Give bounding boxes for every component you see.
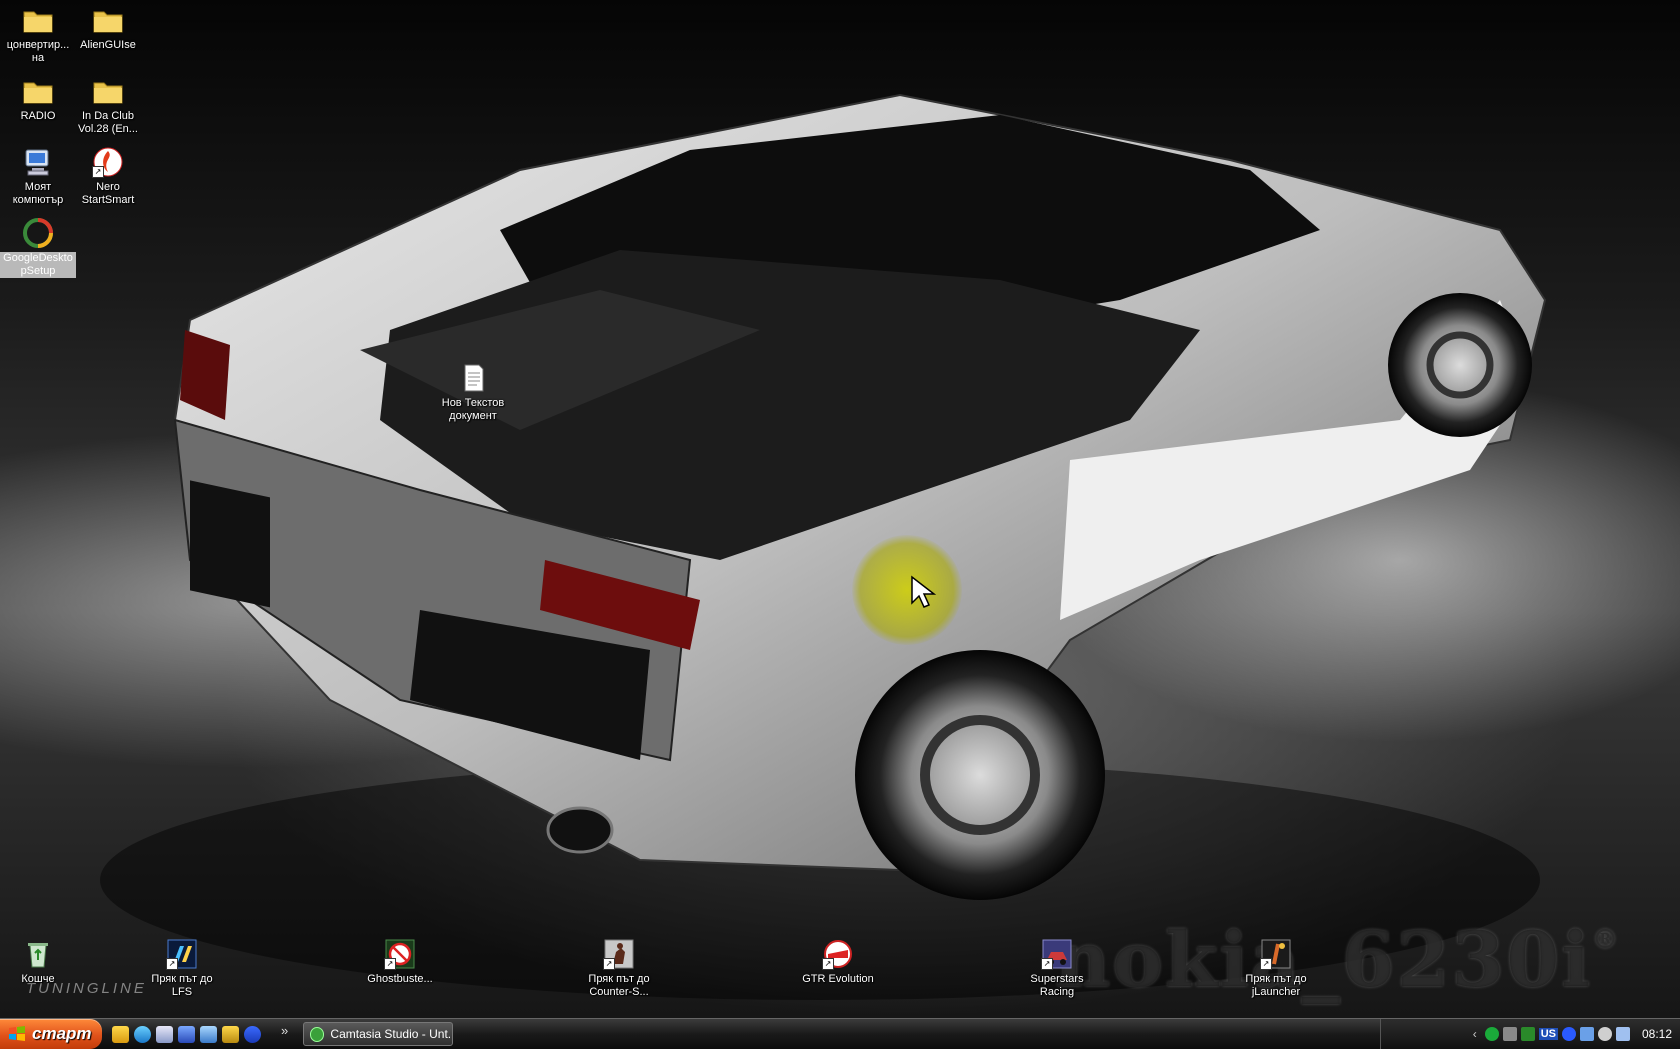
desktop-icon-counter-strike-shortcut[interactable]: ↗ Пряк път до Counter-S... bbox=[581, 938, 657, 999]
desktop-icon-converter-folder[interactable]: цонвертир... на bbox=[0, 4, 76, 65]
desktop-icon-my-computer[interactable]: Моят компютър bbox=[0, 146, 76, 207]
jlauncher-app-icon: ↗ bbox=[1260, 938, 1292, 970]
quick-launch-media-icon[interactable] bbox=[200, 1026, 217, 1043]
wallpaper-watermark: nokia_6230i® bbox=[1055, 915, 1621, 1004]
lfs-game-icon: ↗ bbox=[166, 938, 198, 970]
car-wallpaper-image bbox=[100, 93, 1547, 1000]
taskbar-window-label: Camtasia Studio - Unt... bbox=[330, 1027, 452, 1041]
desktop-icon-label: RADIO bbox=[20, 110, 56, 122]
google-desktop-icon bbox=[22, 217, 54, 249]
desktop-icon-gtr-evolution-shortcut[interactable]: ↗ GTR Evolution bbox=[800, 938, 876, 986]
tray-display-icon[interactable] bbox=[1579, 1027, 1594, 1041]
tray-expand-chevron-icon[interactable]: ‹ bbox=[1473, 1027, 1477, 1041]
folder-icon bbox=[22, 75, 54, 107]
desktop-icon-label: Nero StartSmart bbox=[81, 181, 135, 206]
desktop-icon-new-text-document[interactable]: Нов Текстов документ bbox=[435, 362, 511, 423]
nero-flame-icon: ↗ bbox=[92, 146, 124, 178]
start-button-label: старт bbox=[32, 1024, 92, 1043]
computer-icon bbox=[22, 146, 54, 178]
desktop-icon-label: Кошче bbox=[21, 973, 55, 985]
desktop-icon-label: In Da Club Vol.28 (En... bbox=[78, 110, 138, 135]
desktop-icon-label: Пряк път до LFS bbox=[151, 973, 213, 998]
tray-monitor-icon[interactable] bbox=[1502, 1027, 1517, 1041]
gtr-evolution-game-icon: ↗ bbox=[822, 938, 854, 970]
shortcut-arrow-icon: ↗ bbox=[822, 958, 834, 970]
tray-clock[interactable]: 08:12 bbox=[1642, 1027, 1672, 1041]
quick-launch-bluetooth-icon[interactable] bbox=[244, 1026, 261, 1043]
desktop-icon-label: GoogleDeskto pSetup bbox=[0, 252, 76, 278]
desktop-icon-label: Ghostbuste... bbox=[367, 973, 433, 985]
windows-flag-icon bbox=[9, 1026, 25, 1041]
shortcut-arrow-icon: ↗ bbox=[166, 958, 178, 970]
counter-strike-game-icon: ↗ bbox=[603, 938, 635, 970]
desktop-icon-google-desktop-setup[interactable]: GoogleDeskto pSetup bbox=[0, 217, 76, 278]
folder-icon bbox=[22, 4, 54, 36]
desktop-icon-label: Нов Текстов документ bbox=[441, 397, 505, 422]
quick-launch-browser-icon[interactable] bbox=[178, 1026, 195, 1043]
text-document-icon bbox=[457, 362, 489, 394]
quick-launch-show-desktop-icon[interactable] bbox=[156, 1026, 173, 1043]
shortcut-arrow-icon: ↗ bbox=[384, 958, 396, 970]
mouse-cursor-icon bbox=[911, 575, 937, 608]
tray-h-app-icon[interactable] bbox=[1520, 1027, 1535, 1041]
desktop-icon-superstars-racing-shortcut[interactable]: ↗ Superstars Racing bbox=[1019, 938, 1095, 999]
taskbar: старт » Camtasia Studio - Unt... ‹ US 08… bbox=[0, 1018, 1680, 1049]
desktop-icon-indaclub-folder[interactable]: In Da Club Vol.28 (En... bbox=[70, 75, 146, 136]
quick-launch-bar bbox=[112, 1026, 261, 1043]
cursor-highlight bbox=[852, 535, 962, 645]
desktop-icon-lfs-shortcut[interactable]: ↗ Пряк път до LFS bbox=[144, 938, 220, 999]
desktop-icon-ghostbusters-shortcut[interactable]: ↗ Ghostbuste... bbox=[362, 938, 438, 986]
tray-network-icon[interactable] bbox=[1484, 1027, 1499, 1041]
recycle-bin-icon bbox=[22, 938, 54, 970]
superstars-racing-game-icon: ↗ bbox=[1041, 938, 1073, 970]
desktop-icon-label: цонвертир... на bbox=[6, 39, 70, 64]
system-tray: ‹ US 08:12 bbox=[1380, 1019, 1680, 1049]
shortcut-arrow-icon: ↗ bbox=[1260, 958, 1272, 970]
quick-launch-more-chevron[interactable]: » bbox=[281, 1023, 288, 1038]
desktop-icon-label: Пряк път до Counter-S... bbox=[588, 973, 650, 998]
tray-bluetooth-icon[interactable] bbox=[1561, 1027, 1576, 1041]
desktop-icon-label: Моят компютър bbox=[12, 181, 64, 206]
ghostbusters-game-icon: ↗ bbox=[384, 938, 416, 970]
desktop-icon-label: AlienGUIse bbox=[80, 39, 136, 51]
desktop-icon-alienguise-folder[interactable]: AlienGUIse bbox=[70, 4, 146, 52]
quick-launch-lightning-icon[interactable] bbox=[112, 1026, 129, 1043]
desktop-icon-radio-folder[interactable]: RADIO bbox=[0, 75, 76, 123]
quick-launch-skype-icon[interactable] bbox=[134, 1026, 151, 1043]
start-button[interactable]: старт bbox=[0, 1019, 102, 1049]
tray-safely-remove-icon[interactable] bbox=[1615, 1027, 1630, 1041]
desktop-icon-label: Superstars Racing bbox=[1030, 973, 1084, 998]
shortcut-arrow-icon: ↗ bbox=[603, 958, 615, 970]
desktop-icon-label: GTR Evolution bbox=[802, 973, 874, 985]
desktop-icon-nero-startsmart[interactable]: ↗ Nero StartSmart bbox=[70, 146, 146, 207]
tray-speaker-icon[interactable] bbox=[1597, 1027, 1612, 1041]
desktop-wallpaper: nokia_6230i® TUNINGLINE bbox=[0, 0, 1680, 1018]
folder-icon bbox=[92, 4, 124, 36]
desktop-icon-recycle-bin[interactable]: Кошче bbox=[0, 938, 76, 986]
quick-launch-app-icon[interactable] bbox=[222, 1026, 239, 1043]
tray-language-indicator[interactable]: US bbox=[1538, 1028, 1558, 1040]
camtasia-icon bbox=[310, 1026, 325, 1042]
desktop-icon-jlauncher-shortcut[interactable]: ↗ Пряк път до jLauncher bbox=[1238, 938, 1314, 999]
folder-icon bbox=[92, 75, 124, 107]
desktop-icon-label: Пряк път до jLauncher bbox=[1245, 973, 1307, 998]
taskbar-window-button-camtasia[interactable]: Camtasia Studio - Unt... bbox=[303, 1022, 453, 1046]
shortcut-arrow-icon: ↗ bbox=[1041, 958, 1053, 970]
shortcut-arrow-icon: ↗ bbox=[92, 166, 104, 178]
